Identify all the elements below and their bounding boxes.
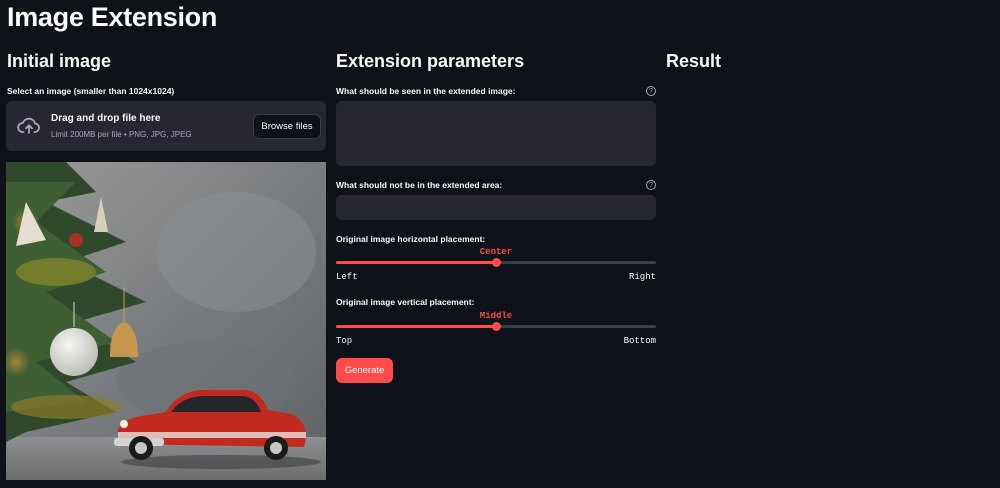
slider-min-label: Top: [336, 336, 353, 346]
generate-button[interactable]: Generate: [336, 358, 393, 383]
slider-max-label: Right: [629, 272, 657, 282]
negative-prompt-input[interactable]: [336, 195, 656, 220]
vertical-placement-label: Original image vertical placement:: [336, 297, 475, 307]
dropzone-title: Drag and drop file here: [51, 113, 161, 124]
horizontal-placement-slider[interactable]: [336, 258, 656, 267]
negative-prompt-label: What should not be in the extended area:: [336, 180, 503, 190]
cloud-upload-icon: [17, 117, 40, 134]
slider-max-label: Bottom: [623, 336, 656, 346]
horizontal-placement-label: Original image horizontal placement:: [336, 234, 486, 244]
uploaded-image-preview: [6, 162, 326, 480]
slider-thumb[interactable]: [491, 322, 501, 331]
slider-fill: [336, 325, 496, 328]
extension-parameters-heading: Extension parameters: [336, 51, 525, 71]
uploader-label: Select an image (smaller than 1024x1024): [7, 86, 175, 96]
slider-min-label: Left: [336, 272, 358, 282]
question-circle-icon[interactable]: ?: [646, 180, 656, 190]
prompt-textarea[interactable]: [336, 101, 656, 166]
vertical-placement-slider[interactable]: [336, 322, 656, 331]
dropzone-limits: Limit 200MB per file • PNG, JPG, JPEG: [51, 130, 192, 139]
vertical-slider-value: Middle: [479, 311, 513, 321]
initial-image-heading: Initial image: [7, 51, 112, 71]
prompt-label: What should be seen in the extended imag…: [336, 86, 516, 96]
slider-thumb[interactable]: [491, 258, 501, 267]
slider-fill: [336, 261, 496, 264]
file-dropzone[interactable]: Drag and drop file here Limit 200MB per …: [6, 101, 326, 151]
horizontal-slider-value: Center: [479, 247, 513, 257]
browse-files-button[interactable]: Browse files: [253, 114, 321, 139]
page-title: Image Extension: [7, 2, 218, 32]
question-circle-icon[interactable]: ?: [646, 86, 656, 96]
result-heading: Result: [666, 51, 722, 71]
